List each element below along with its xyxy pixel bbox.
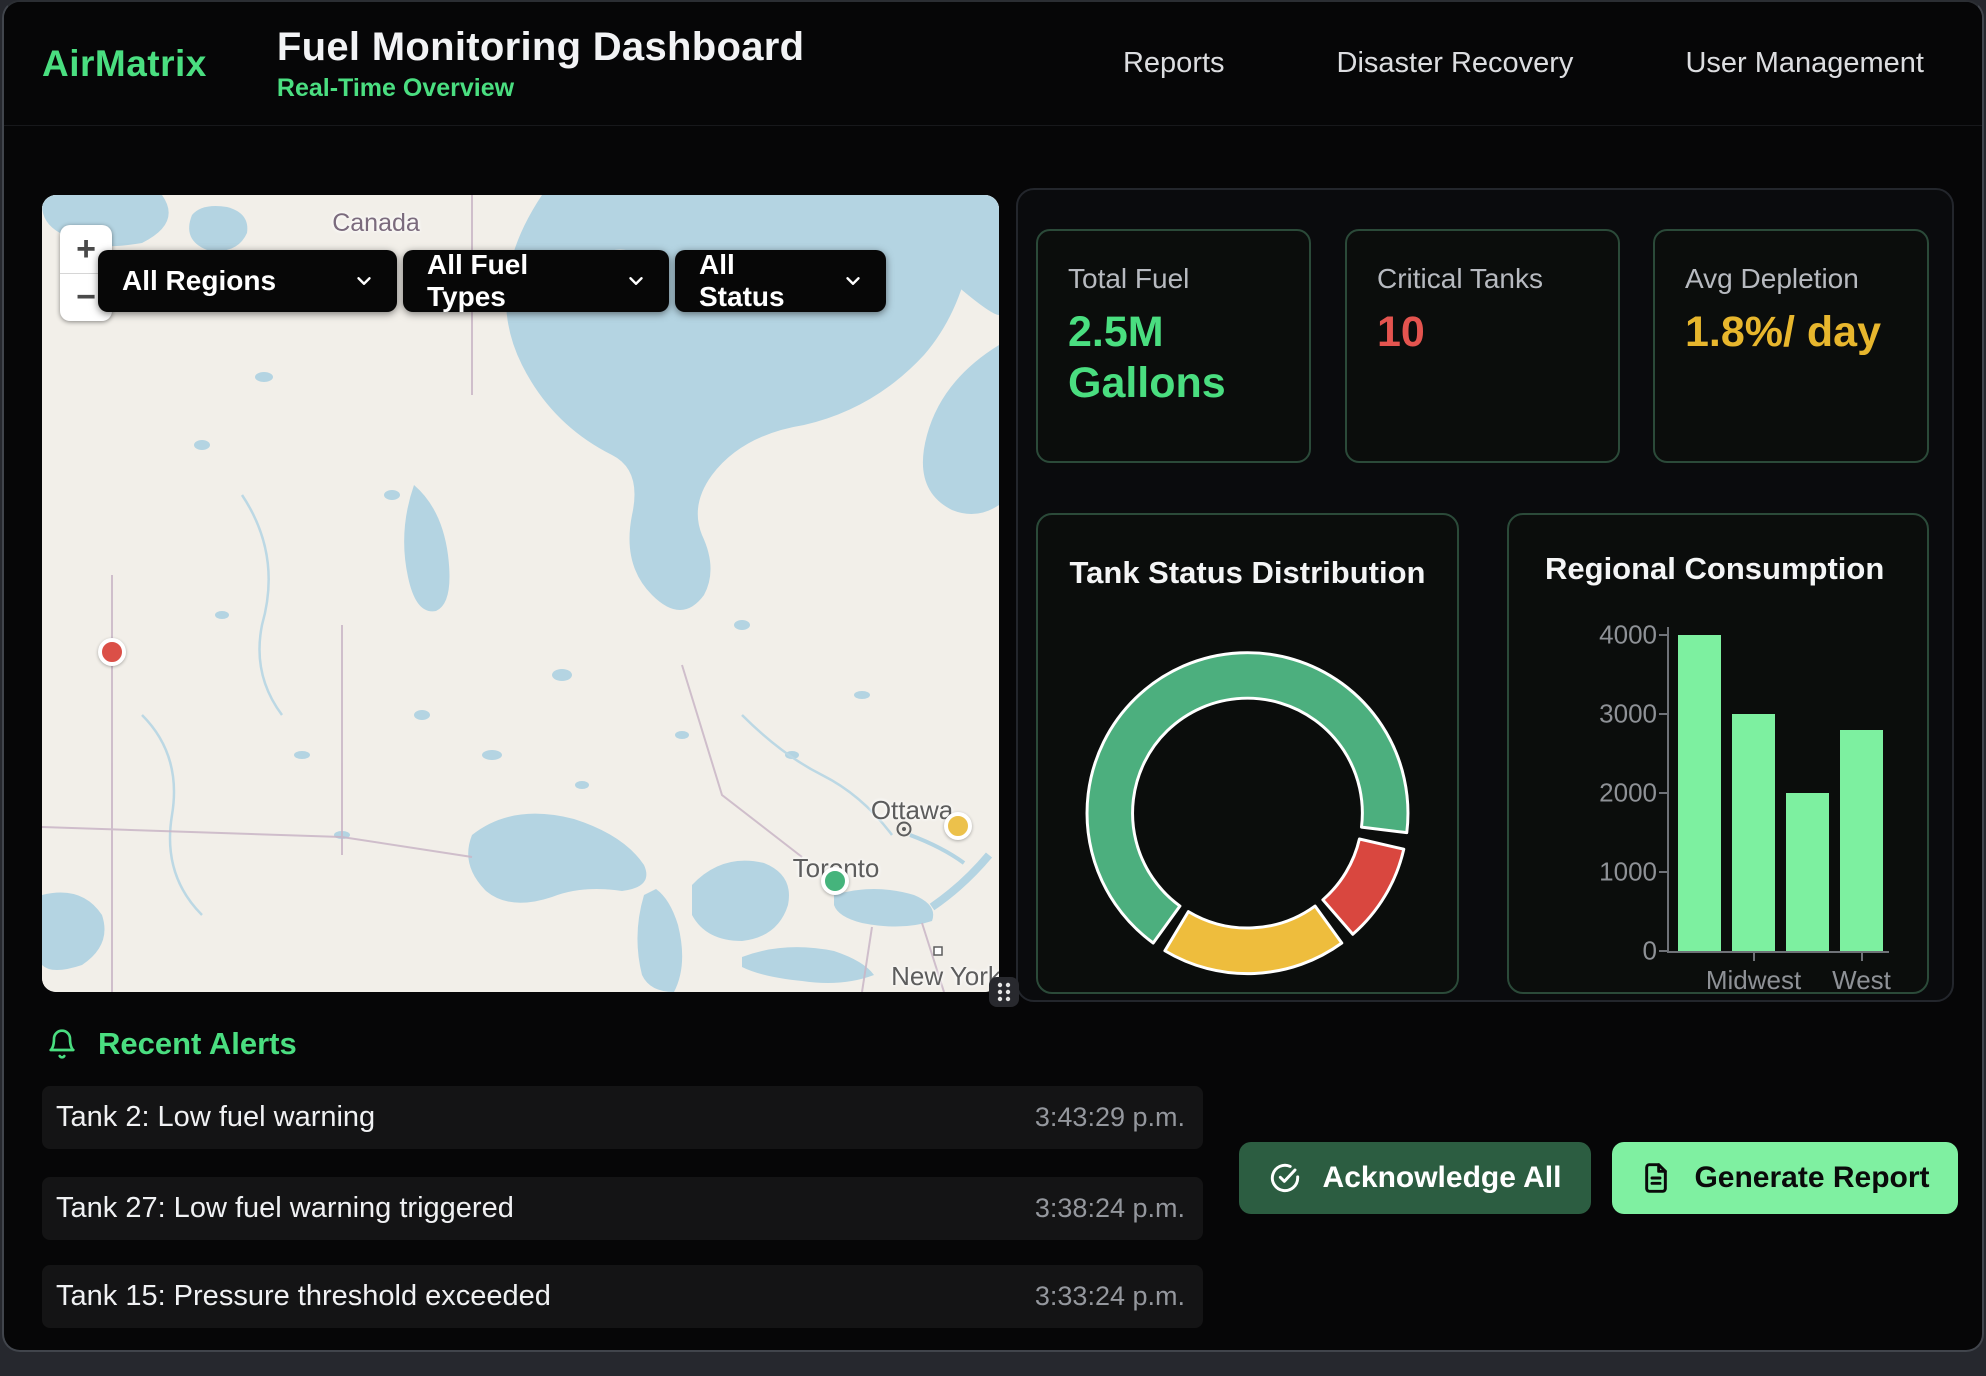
nav-item-disaster-recovery[interactable]: Disaster Recovery [1337,47,1574,80]
map-label-newyork: New York [891,961,999,992]
alert-text: Tank 2: Low fuel warning [56,1101,375,1134]
stat-label: Total Fuel [1068,263,1279,295]
marker-normal[interactable] [821,867,849,895]
acknowledge-all-button[interactable]: Acknowledge All [1239,1142,1591,1214]
check-circle-icon [1269,1162,1301,1194]
map-filters: All Regions All Fuel Types All Status [98,250,886,312]
x-tick-label: Midwest [1706,965,1801,994]
dashboard-window: AirMatrix Fuel Monitoring Dashboard Real… [2,0,1984,1352]
marker-critical[interactable] [98,638,126,666]
region-filter-dropdown[interactable]: All Regions [98,250,397,312]
recent-alerts-title: Recent Alerts [98,1026,297,1062]
y-tick-label: 3000 [1509,699,1657,730]
x-tick-mark [1753,953,1755,961]
y-tick-label: 2000 [1509,778,1657,809]
resize-grip-icon[interactable] [989,977,1019,1007]
status-filter-dropdown[interactable]: All Status [675,250,886,312]
stat-value: 2.5M Gallons [1068,307,1279,408]
alert-text: Tank 15: Pressure threshold exceeded [56,1280,551,1313]
bell-icon [46,1026,78,1062]
page-title: Fuel Monitoring Dashboard [277,25,804,70]
region-filter-value: All Regions [122,265,276,297]
stat-value: 1.8%/ day [1685,307,1897,358]
alert-text: Tank 27: Low fuel warning triggered [56,1192,514,1225]
y-tick-mark [1659,634,1667,636]
stat-value: 10 [1377,307,1588,358]
alert-time: 3:38:24 p.m. [1035,1193,1185,1224]
tank-status-chart-card: Tank Status Distribution [1036,513,1459,994]
y-tick-mark [1659,871,1667,873]
overview-panel: Total Fuel 2.5M Gallons Critical Tanks 1… [1016,188,1954,1002]
stat-card-critical-tanks: Critical Tanks 10 [1345,229,1620,463]
y-tick-label: 4000 [1509,620,1657,651]
bar-region-1 [1678,635,1721,951]
status-filter-value: All Status [699,249,814,313]
chevron-down-icon [353,270,375,292]
bar-region-3 [1786,793,1829,951]
alert-time: 3:43:29 p.m. [1035,1102,1185,1133]
stat-label: Critical Tanks [1377,263,1588,295]
main-nav: Reports Disaster Recovery User Managemen… [1123,47,1924,80]
alert-row[interactable]: Tank 15: Pressure threshold exceeded 3:3… [42,1265,1203,1328]
town-marker-icon [895,820,913,838]
nav-item-user-management[interactable]: User Management [1685,47,1924,80]
document-icon [1640,1162,1672,1194]
y-tick-mark [1659,792,1667,794]
fuel-type-filter-value: All Fuel Types [427,249,597,313]
page-subtitle: Real-Time Overview [277,74,804,103]
alert-row[interactable]: Tank 2: Low fuel warning 3:43:29 p.m. [42,1086,1203,1149]
stat-card-total-fuel: Total Fuel 2.5M Gallons [1036,229,1311,463]
town-square-icon [933,946,943,956]
page-title-block: Fuel Monitoring Dashboard Real-Time Over… [277,25,804,103]
alert-time: 3:33:24 p.m. [1035,1281,1185,1312]
y-tick-label: 1000 [1509,857,1657,888]
y-tick-label: 0 [1509,936,1657,967]
header: AirMatrix Fuel Monitoring Dashboard Real… [4,2,1982,126]
red-segment [1323,839,1404,934]
x-tick-label: West [1832,965,1891,994]
tank-status-donut-chart [1038,515,1457,991]
regional-consumption-bar-chart: 4000 3000 2000 1000 0 Midwest West [1509,515,1927,992]
chevron-down-icon [625,270,647,292]
map-label-canada: Canada [332,209,420,238]
app-logo: AirMatrix [42,43,207,85]
generate-report-label: Generate Report [1694,1161,1929,1195]
x-axis [1667,951,1889,953]
nav-item-reports[interactable]: Reports [1123,47,1225,80]
stat-label: Avg Depletion [1685,263,1897,295]
generate-report-button[interactable]: Generate Report [1612,1142,1958,1214]
y-tick-mark [1659,950,1667,952]
bar-region-4 [1840,730,1883,951]
alert-row[interactable]: Tank 27: Low fuel warning triggered 3:38… [42,1177,1203,1240]
yellow-segment [1165,906,1342,974]
regional-consumption-chart-card: Regional Consumption 40003000200010000Mi… [1507,513,1929,994]
chevron-down-icon [842,270,864,292]
acknowledge-all-label: Acknowledge All [1323,1161,1562,1195]
map-panel[interactable]: Canada Ottawa Toronto New York + − All R… [42,195,999,992]
recent-alerts-heading: Recent Alerts [46,1026,297,1062]
fuel-type-filter-dropdown[interactable]: All Fuel Types [403,250,669,312]
y-tick-mark [1659,713,1667,715]
stat-card-avg-depletion: Avg Depletion 1.8%/ day [1653,229,1929,463]
bar-region-2 [1732,714,1775,951]
y-axis [1667,627,1669,953]
x-tick-mark [1861,953,1863,961]
marker-warning[interactable] [944,812,972,840]
